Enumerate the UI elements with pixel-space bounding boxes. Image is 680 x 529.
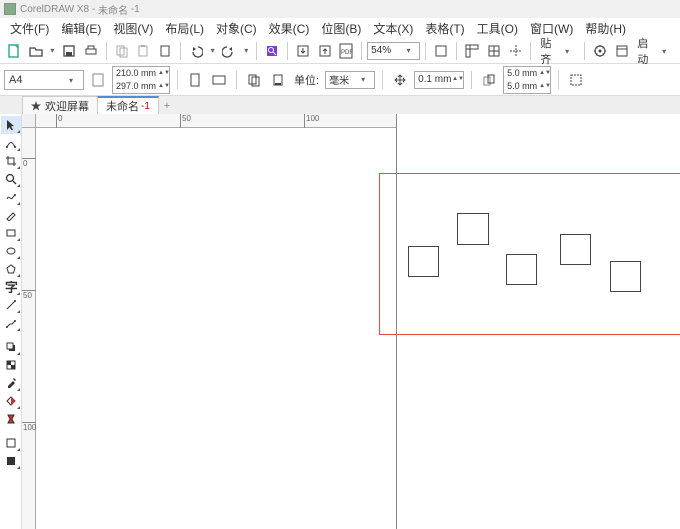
menu-tools[interactable]: 工具(O) [477, 20, 518, 37]
orientation-portrait-button[interactable] [185, 70, 205, 90]
rectangle-shape[interactable] [560, 234, 591, 265]
undo-button[interactable] [186, 41, 206, 61]
app-title: CorelDRAW X8 [20, 4, 89, 15]
duplicate-distance[interactable]: 5.0 mm▲▼ 5.0 mm▲▼ [503, 66, 551, 94]
menu-edit[interactable]: 编辑(E) [61, 20, 101, 37]
outline-pen-dropdown[interactable] [1, 434, 21, 452]
nudge-distance-input[interactable]: 0.1 mm▲▼ [414, 71, 464, 89]
canvas-area[interactable]: 050100150200250 050100150 [22, 114, 680, 529]
units-select[interactable]: 毫米 [325, 71, 375, 89]
star-icon [31, 101, 41, 111]
show-rulers-button[interactable] [462, 41, 482, 61]
menu-view[interactable]: 视图(V) [113, 20, 153, 37]
polygon-tool[interactable] [1, 260, 21, 278]
import-button[interactable] [293, 41, 313, 61]
redo-dropdown[interactable] [241, 41, 251, 61]
rectangle-shape[interactable] [610, 261, 641, 292]
toolbox: 字 [0, 114, 22, 529]
pick-tool[interactable] [1, 116, 21, 134]
transparency-tool[interactable] [1, 356, 21, 374]
show-guides-button[interactable] [506, 41, 526, 61]
zoom-level-input[interactable]: 54% [367, 42, 420, 60]
artistic-media-tool[interactable] [1, 206, 21, 224]
nudge-icon [390, 70, 410, 90]
menu-table[interactable]: 表格(T) [425, 20, 464, 37]
save-button[interactable] [59, 41, 79, 61]
page-size-preset[interactable]: A4 [4, 70, 84, 90]
parallel-dimension-tool[interactable] [1, 296, 21, 314]
snap-to-button[interactable]: 贴齐 [536, 35, 579, 67]
crop-tool[interactable] [1, 152, 21, 170]
app-logo-icon [4, 3, 16, 15]
open-button[interactable] [26, 41, 46, 61]
tab-document[interactable]: 未命名-1 [97, 96, 159, 114]
ellipse-tool[interactable] [1, 242, 21, 260]
paste-button[interactable] [134, 41, 154, 61]
options-button[interactable] [590, 41, 610, 61]
treat-as-filled-button[interactable] [566, 70, 586, 90]
doc-suffix: -1 [131, 4, 140, 15]
current-page-button[interactable] [268, 70, 288, 90]
export-button[interactable] [315, 41, 335, 61]
publish-pdf-button[interactable]: PDF [336, 41, 356, 61]
shape-tool[interactable] [1, 134, 21, 152]
open-dropdown[interactable] [47, 41, 57, 61]
page-dimensions-icon [88, 70, 108, 90]
svg-text:PDF: PDF [341, 50, 353, 56]
drop-shadow-tool[interactable] [1, 338, 21, 356]
all-pages-button[interactable] [244, 70, 264, 90]
page-dimensions[interactable]: 210.0 mm▲▼ 297.0 mm▲▼ [112, 66, 170, 94]
tab-welcome[interactable]: 欢迎屏幕 [22, 96, 98, 114]
smart-fill-tool[interactable] [1, 410, 21, 428]
undo-dropdown[interactable] [208, 41, 218, 61]
property-bar: A4 210.0 mm▲▼ 297.0 mm▲▼ 单位: 毫米 0.1 mm▲▼… [0, 64, 680, 96]
rectangle-shape[interactable] [457, 213, 489, 245]
redo-button[interactable] [220, 41, 240, 61]
orientation-landscape-button[interactable] [209, 70, 229, 90]
launch-button[interactable]: 启动 [633, 35, 676, 67]
app-launcher-button[interactable] [612, 41, 632, 61]
vertical-ruler[interactable]: 050100150 [22, 128, 36, 529]
doc-title: 未命名 [98, 2, 128, 17]
add-tab-button[interactable]: + [158, 98, 176, 114]
fill-dropdown[interactable] [1, 452, 21, 470]
menu-help[interactable]: 帮助(H) [585, 20, 626, 37]
eyedropper-tool[interactable] [1, 374, 21, 392]
menu-text[interactable]: 文本(X) [373, 20, 413, 37]
menu-file[interactable]: 文件(F) [10, 20, 49, 37]
new-button[interactable] [4, 41, 24, 61]
document-tab-strip: 欢迎屏幕 未命名-1 + [0, 96, 680, 114]
fullscreen-button[interactable] [431, 41, 451, 61]
svg-text:字: 字 [5, 281, 17, 293]
rectangle-shape[interactable] [506, 254, 537, 285]
standard-toolbar: PDF 54% 贴齐 启动 [0, 38, 680, 64]
rectangle-shape[interactable] [408, 246, 439, 277]
connector-tool[interactable] [1, 314, 21, 332]
text-tool[interactable]: 字 [1, 278, 21, 296]
copy-button[interactable] [112, 41, 132, 61]
menu-layout[interactable]: 布局(L) [165, 20, 204, 37]
menu-bitmaps[interactable]: 位图(B) [321, 20, 361, 37]
print-button[interactable] [81, 41, 101, 61]
zoom-tool[interactable] [1, 170, 21, 188]
interactive-fill-tool[interactable] [1, 392, 21, 410]
clipboard-button[interactable] [155, 41, 175, 61]
search-button[interactable] [262, 41, 282, 61]
rectangle-tool[interactable] [1, 224, 21, 242]
title-bar: CorelDRAW X8 - 未命名 -1 [0, 0, 680, 18]
drawing-canvas[interactable] [36, 128, 680, 529]
ruler-origin-button[interactable] [22, 114, 36, 128]
units-label: 单位: [294, 72, 319, 88]
menu-object[interactable]: 对象(C) [216, 20, 257, 37]
duplicate-distance-icon [479, 70, 499, 90]
freehand-tool[interactable] [1, 188, 21, 206]
show-grid-button[interactable] [484, 41, 504, 61]
menu-effects[interactable]: 效果(C) [269, 20, 310, 37]
